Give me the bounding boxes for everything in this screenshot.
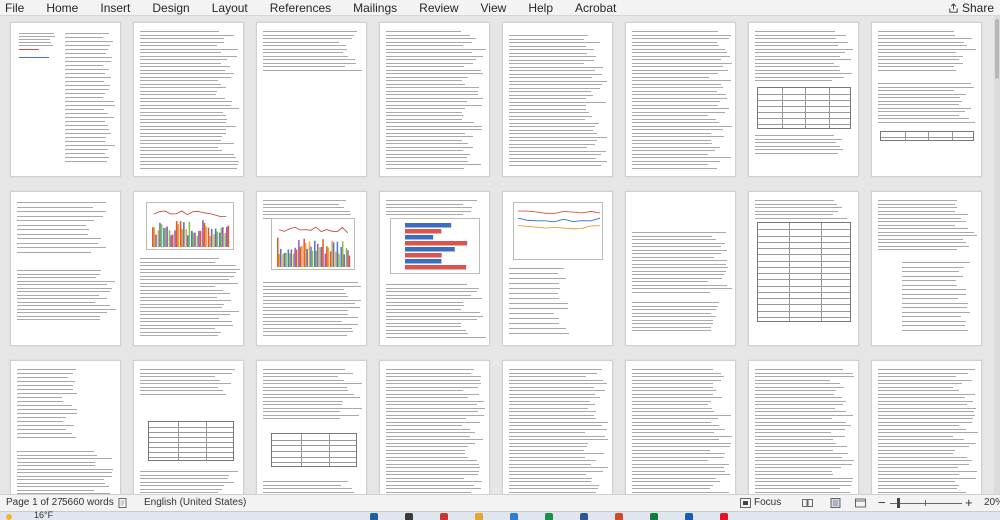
page-thumbnail[interactable] [256, 191, 367, 346]
taskbar-app-icon[interactable] [440, 513, 448, 520]
taskbar-app-icon[interactable] [685, 513, 693, 520]
taskbar-app-icon[interactable] [405, 513, 413, 520]
page-thumbnail[interactable] [502, 191, 613, 346]
table-thumbnail [757, 87, 851, 129]
page-indicator[interactable]: Page 1 of 27 [2, 497, 67, 508]
taskbar-app-icon[interactable] [370, 513, 378, 520]
weather-sun-icon[interactable] [4, 512, 14, 520]
page-thumbnail[interactable] [379, 191, 490, 346]
zoom-slider-track[interactable] [890, 503, 962, 504]
zoom-out-button[interactable]: − [878, 495, 886, 510]
read-mode-icon[interactable] [802, 498, 813, 508]
chart-thumbnail [146, 202, 234, 250]
taskbar-app-icon[interactable] [545, 513, 553, 520]
page-thumbnail[interactable] [379, 22, 490, 177]
page-thumbnail[interactable] [625, 191, 736, 346]
language-indicator[interactable]: English (United States) [140, 497, 250, 508]
print-layout-icon[interactable] [830, 498, 841, 508]
table-thumbnail [271, 433, 357, 467]
page-thumbnail[interactable] [871, 360, 982, 494]
word-window: File Home Insert Design Layout Reference… [0, 0, 1000, 520]
taskbar-app-icon[interactable] [475, 513, 483, 520]
taskbar-app-icon[interactable] [650, 513, 658, 520]
page-thumbnail[interactable] [748, 22, 859, 177]
page-thumbnail[interactable] [379, 360, 490, 494]
focus-button[interactable]: Focus [740, 497, 781, 508]
zoom-slider-thumb[interactable] [897, 498, 900, 508]
table-thumbnail [880, 131, 974, 141]
scrollbar-thumb[interactable] [995, 19, 999, 79]
tab-help[interactable]: Help [517, 0, 564, 16]
proofing-icon[interactable] [118, 498, 128, 508]
taskbar: 16°F [0, 510, 1000, 520]
page-thumbnail[interactable] [133, 360, 244, 494]
page-thumbnail[interactable] [871, 191, 982, 346]
chart-thumbnail [513, 202, 603, 260]
page-thumbnail[interactable] [256, 360, 367, 494]
zoom-in-button[interactable]: + [965, 495, 973, 510]
focus-icon [740, 497, 751, 508]
zoom-level[interactable]: 20% [980, 497, 1000, 508]
tab-file[interactable]: File [0, 0, 35, 16]
page-thumbnail[interactable] [625, 22, 736, 177]
taskbar-app-icon[interactable] [510, 513, 518, 520]
page-thumbnail[interactable] [748, 360, 859, 494]
page-thumbnail[interactable] [10, 22, 121, 177]
page-thumbnail[interactable] [10, 191, 121, 346]
tab-review[interactable]: Review [408, 0, 469, 16]
page-thumbnail[interactable] [502, 360, 613, 494]
page-thumbnail[interactable] [133, 191, 244, 346]
web-layout-icon[interactable] [855, 498, 866, 508]
table-thumbnail [148, 421, 234, 461]
page-thumbnail[interactable] [10, 360, 121, 494]
tab-layout[interactable]: Layout [201, 0, 259, 16]
ribbon-tabs: File Home Insert Design Layout Reference… [0, 0, 1000, 16]
status-bar: Page 1 of 27 5660 words English (United … [0, 494, 1000, 511]
focus-label: Focus [754, 497, 782, 508]
tab-insert[interactable]: Insert [89, 0, 141, 16]
zoom-slider-center-tick [925, 500, 926, 506]
table-thumbnail [757, 222, 851, 322]
tab-view[interactable]: View [470, 0, 518, 16]
tab-home[interactable]: Home [35, 0, 89, 16]
page-thumbnail[interactable] [256, 22, 367, 177]
tab-acrobat[interactable]: Acrobat [564, 0, 627, 16]
chart-thumbnail [271, 218, 355, 270]
taskbar-app-icon[interactable] [615, 513, 623, 520]
word-count[interactable]: 5660 words [58, 497, 118, 508]
page-thumbnail[interactable] [133, 22, 244, 177]
taskbar-app-icon[interactable] [580, 513, 588, 520]
share-icon [949, 2, 958, 13]
page-thumbnail[interactable] [748, 191, 859, 346]
document-canvas[interactable] [0, 16, 1000, 494]
share-button[interactable]: Share [944, 0, 998, 16]
share-label: Share [961, 1, 994, 15]
page-thumbnail[interactable] [625, 360, 736, 494]
tab-design[interactable]: Design [141, 0, 200, 16]
page-thumbnail[interactable] [871, 22, 982, 177]
tab-mailings[interactable]: Mailings [342, 0, 408, 16]
weather-temperature[interactable]: 16°F [34, 510, 53, 520]
vertical-scrollbar[interactable] [994, 16, 1000, 494]
tab-references[interactable]: References [259, 0, 342, 16]
page-thumbnail[interactable] [502, 22, 613, 177]
taskbar-app-icon[interactable] [720, 513, 728, 520]
chart-thumbnail [390, 218, 480, 274]
